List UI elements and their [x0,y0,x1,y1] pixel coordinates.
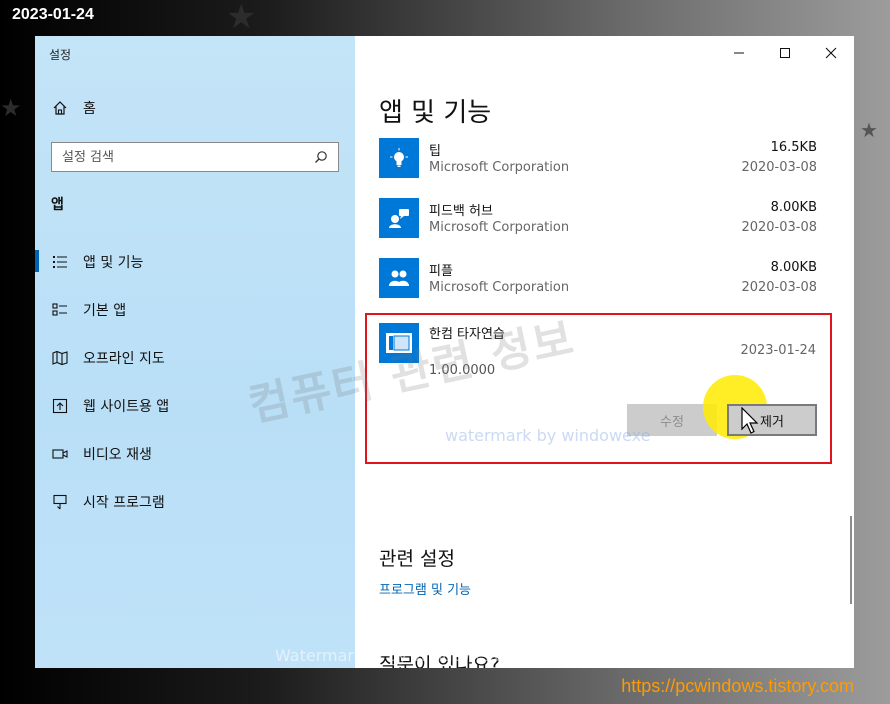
app-date: 2023-01-24 [740,343,816,358]
sidebar: 설정 홈 앱 앱 및 기능 [35,36,355,668]
remove-button[interactable]: 제거 [727,404,817,436]
sidebar-nav: 앱 및 기능 기본 앱 오프라인 지도 웹 사이트용 앱 비디오 재생 시작 프… [35,244,355,532]
window-controls [716,36,854,70]
list-item[interactable]: 팁 Microsoft Corporation 16.5KB 2020-03-0… [379,136,819,196]
sidebar-item-label: 기본 앱 [83,303,127,319]
app-publisher: Microsoft Corporation [429,280,570,295]
sidebar-item-label: 앱 및 기능 [83,255,144,271]
app-publisher: Microsoft Corporation [429,160,570,175]
app-name: 피드백 허브 [429,204,493,219]
feedback-hub-icon [379,198,419,238]
sidebar-item-web-apps[interactable]: 웹 사이트용 앱 [35,388,355,436]
list-item[interactable]: 피드백 허브 Microsoft Corporation 8.00KB 2020… [379,196,819,256]
modify-button[interactable]: 수정 [627,404,717,436]
sidebar-item-apps-features[interactable]: 앱 및 기능 [35,244,355,292]
home-icon [51,99,69,117]
app-version: 1.00.0000 [429,363,496,378]
app-size: 8.00KB [770,260,817,275]
lightbulb-icon [379,138,419,178]
sidebar-item-startup[interactable]: 시작 프로그램 [35,484,355,532]
page-title: 앱 및 기능 [379,98,492,128]
search-box[interactable] [51,142,339,172]
app-name: 한컴 타자연습 [429,327,505,342]
minimize-button[interactable] [716,36,762,70]
typing-app-icon [379,323,419,363]
search-input[interactable] [62,149,312,165]
selected-app-panel[interactable]: 한컴 타자연습 2023-01-24 1.00.0000 수정 제거 [365,313,832,464]
startup-icon [51,493,69,511]
web-apps-icon [51,397,69,415]
programs-features-link[interactable]: 프로그램 및 기능 [379,579,471,598]
sidebar-item-label: 오프라인 지도 [83,351,165,367]
app-name: 피플 [429,264,453,279]
sidebar-item-video-playback[interactable]: 비디오 재생 [35,436,355,484]
app-date: 2020-03-08 [741,160,817,175]
app-size: 16.5KB [770,140,817,155]
sidebar-item-label: 웹 사이트용 앱 [83,399,170,415]
scrollbar[interactable] [850,516,852,604]
sidebar-item-offline-maps[interactable]: 오프라인 지도 [35,340,355,388]
minimize-icon [733,44,745,63]
main-content: 앱 및 기능 팁 Microsoft Corporation 16.5KB 20… [355,36,854,668]
app-list: 팁 Microsoft Corporation 16.5KB 2020-03-0… [379,136,819,316]
window-title: 설정 [49,48,72,62]
list-item[interactable]: 피플 Microsoft Corporation 8.00KB 2020-03-… [379,256,819,316]
settings-window: 설정 홈 앱 앱 및 기능 [35,36,854,668]
close-button[interactable] [808,36,854,70]
close-icon [825,44,837,63]
nav-home[interactable]: 홈 [51,98,96,118]
app-publisher: Microsoft Corporation [429,220,570,235]
default-apps-icon [51,301,69,319]
sidebar-item-label: 시작 프로그램 [83,495,165,511]
sidebar-item-default-apps[interactable]: 기본 앱 [35,292,355,340]
app-date: 2020-03-08 [741,220,817,235]
people-icon [379,258,419,298]
related-settings-title: 관련 설정 [379,548,455,570]
date-stamp: 2023-01-24 [12,6,94,23]
sidebar-item-label: 비디오 재생 [83,447,152,463]
nav-home-label: 홈 [83,101,96,117]
background-star-icon: ★ [0,94,22,122]
background-star-icon: ★ [860,118,878,142]
maximize-button[interactable] [762,36,808,70]
video-playback-icon [51,445,69,463]
maximize-icon [779,44,791,63]
app-name: 팁 [429,144,441,159]
site-url: https://pcwindows.tistory.com [621,676,854,696]
question-title: 질문이 있나요? [379,654,501,668]
app-size: 8.00KB [770,200,817,215]
section-label-apps: 앱 [51,197,64,213]
search-icon[interactable] [312,148,330,166]
offline-maps-icon [51,349,69,367]
background-star-icon: ★ [226,0,257,37]
apps-features-icon [51,253,69,271]
app-date: 2020-03-08 [741,280,817,295]
